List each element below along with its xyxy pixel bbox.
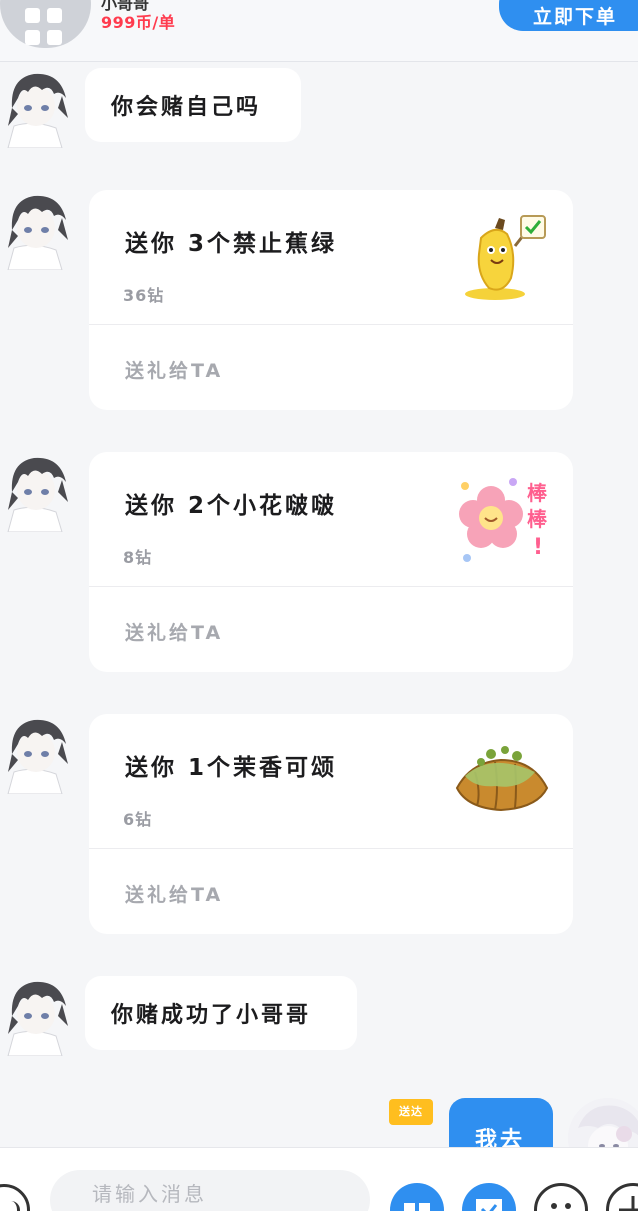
avatar[interactable] (0, 190, 70, 270)
delivered-badge: 送达 (389, 1099, 433, 1125)
divider (89, 324, 573, 325)
gift-price: 8钻 (123, 548, 153, 567)
order-icon[interactable] (462, 1183, 516, 1211)
emoji-icon[interactable] (534, 1183, 588, 1211)
order-header: 小哥哥 999币/单 立即下单 (0, 0, 638, 62)
plus-icon[interactable] (606, 1183, 638, 1211)
flower-sticker-icon: 棒 棒 ! (459, 478, 548, 562)
avatar[interactable] (0, 68, 70, 148)
grid-icon-cell (47, 30, 62, 45)
chat-screen: 小哥哥 999币/单 立即下单 你会赌自己吗 送你 3个禁止蕉绿 36钻 送礼给… (0, 0, 638, 1211)
banana-sticker-icon (465, 215, 546, 300)
voice-icon[interactable] (0, 1184, 30, 1211)
divider (89, 586, 573, 587)
grid-icon-cell (25, 30, 40, 45)
gift-title: 送你 1个茉香可颂 (125, 755, 338, 781)
service-thumbnail[interactable] (0, 0, 91, 48)
send-gift-button[interactable]: 送礼给TA (125, 618, 223, 645)
gift-icon[interactable] (390, 1183, 444, 1211)
gift-price: 6钻 (123, 810, 153, 829)
gift-card[interactable]: 送你 2个小花啵啵 8钻 棒 棒 ! 送礼给TA (89, 452, 573, 672)
grid-icon-cell (47, 8, 62, 23)
svg-text:棒: 棒 (527, 481, 548, 505)
svg-text:!: ! (533, 535, 543, 560)
avatar[interactable] (0, 714, 70, 794)
gift-title: 送你 3个禁止蕉绿 (125, 231, 338, 257)
message-bubble[interactable]: 你赌成功了小哥哥 (85, 976, 357, 1050)
service-price: 999币/单 (101, 13, 176, 32)
avatar[interactable] (0, 976, 70, 1056)
gift-card[interactable]: 送你 3个禁止蕉绿 36钻 送礼给TA (89, 190, 573, 410)
message-input[interactable] (50, 1170, 370, 1211)
divider (89, 848, 573, 849)
avatar[interactable] (0, 452, 70, 532)
send-gift-button[interactable]: 送礼给TA (125, 880, 223, 907)
croissant-sticker-icon (455, 746, 549, 812)
gift-card[interactable]: 送你 1个茉香可颂 6钻 送礼给TA (89, 714, 573, 934)
send-gift-button[interactable]: 送礼给TA (125, 356, 223, 383)
gift-title: 送你 2个小花啵啵 (125, 493, 338, 519)
order-now-button[interactable]: 立即下单 (499, 0, 638, 31)
message-bubble[interactable]: 你会赌自己吗 (85, 68, 301, 142)
input-bar (0, 1147, 638, 1211)
grid-icon-cell (25, 8, 40, 23)
svg-text:棒: 棒 (527, 507, 548, 531)
gift-price: 36钻 (123, 286, 165, 305)
